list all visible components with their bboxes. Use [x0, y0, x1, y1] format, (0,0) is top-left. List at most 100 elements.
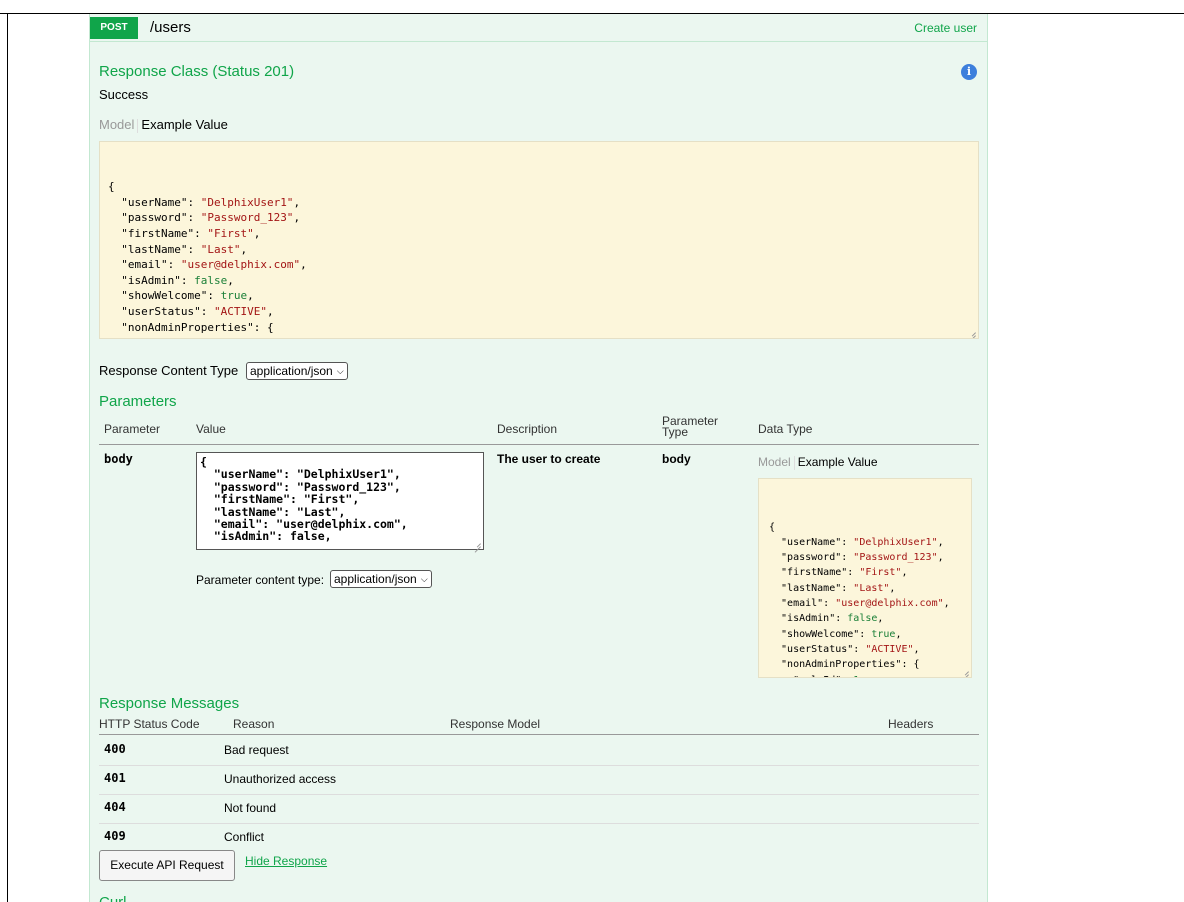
code-line: "roleId": 1,	[769, 673, 961, 677]
code-token: "isAdmin":	[769, 613, 848, 625]
parameters-header-divider	[99, 444, 979, 445]
response-class-tabs: Model Example Value	[96, 117, 231, 133]
param-description: The user to create	[497, 452, 601, 466]
tab-model[interactable]: Model	[96, 117, 137, 132]
code-token: {	[108, 180, 115, 194]
endpoint-path[interactable]: /users	[150, 19, 191, 36]
code-token: ,	[937, 536, 944, 548]
code-token: ,	[293, 211, 301, 225]
code-token: "Password_123"	[853, 552, 938, 564]
http-method-badge[interactable]: POST	[90, 17, 138, 39]
code-token: ,	[240, 242, 248, 256]
code-token: ,	[300, 258, 307, 272]
row-divider	[99, 794, 979, 795]
code-token: "showWelcome":	[108, 289, 221, 303]
code-line: "userName": "DelphixUser1",	[108, 195, 970, 211]
code-token: "Last"	[853, 582, 890, 594]
tab-example-value[interactable]: Example Value	[138, 117, 230, 132]
code-token: ,	[207, 336, 214, 338]
code-line: "isAdmin": false,	[769, 611, 961, 626]
col-header-value: Value	[196, 422, 226, 436]
status-code: 409	[104, 829, 126, 843]
execute-api-request-button[interactable]: Execute API Request	[99, 850, 235, 881]
code-token: "email":	[769, 598, 836, 610]
code-line: "isAdmin": false,	[108, 273, 970, 289]
code-token: "email":	[108, 258, 181, 272]
status-reason: Bad request	[224, 743, 289, 757]
code-token: "Last"	[200, 242, 241, 256]
code-token: ,	[901, 567, 908, 579]
code-token: "userName":	[108, 195, 201, 209]
page-left-border	[7, 13, 8, 902]
row-divider	[99, 823, 979, 824]
resize-grip-icon[interactable]	[961, 667, 969, 675]
code-line: "userStatus": "ACTIVE",	[108, 304, 970, 320]
operation-panel: POST /users Create user Response Class (…	[89, 14, 988, 902]
resize-grip-icon[interactable]	[968, 328, 976, 336]
code-token: ,	[293, 195, 301, 209]
code-line: "nonAdminProperties": {	[769, 657, 961, 672]
code-token: "lastName":	[108, 242, 201, 256]
curl-title: Curl	[99, 894, 127, 902]
col-header-parameter: Parameter	[104, 422, 161, 436]
code-line: "lastName": "Last",	[108, 242, 970, 258]
status-reason: Unauthorized access	[224, 772, 337, 786]
code-token: "firstName":	[108, 226, 208, 240]
body-textarea[interactable]: { "userName": "DelphixUser1", "password"…	[196, 452, 484, 550]
code-token: "password":	[108, 211, 201, 225]
code-token: "First"	[207, 226, 254, 240]
param-example-code[interactable]: { "userName": "DelphixUser1", "password"…	[758, 478, 972, 678]
code-token: "First"	[859, 567, 902, 579]
code-line: "email": "user@delphix.com",	[108, 257, 970, 273]
code-token: "roleId":	[108, 336, 201, 338]
code-token: ,	[859, 675, 865, 677]
response-messages-title: Response Messages	[99, 695, 240, 712]
row-divider	[99, 765, 979, 766]
response-content-type-label: Response Content Type	[99, 363, 239, 378]
code-token: "ACTIVE"	[213, 304, 267, 318]
code-line: "password": "Password_123",	[769, 550, 961, 565]
code-line: "firstName": "First",	[769, 565, 961, 580]
code-token: "user@delphix.com"	[835, 598, 944, 610]
response-content-type-value: application/json	[250, 364, 333, 378]
operation-header[interactable]: POST /users Create user	[90, 14, 987, 42]
messages-header-divider	[99, 734, 979, 735]
code-token: false	[194, 273, 228, 287]
code-line: "firstName": "First",	[108, 226, 970, 242]
tab-model[interactable]: Model	[755, 455, 794, 469]
code-line: {	[769, 520, 961, 535]
code-token: "firstName":	[769, 567, 860, 579]
code-token: "userStatus":	[769, 643, 866, 655]
col-header-data-type: Data Type	[758, 422, 813, 436]
code-token: true	[871, 628, 896, 640]
code-token: ,	[937, 552, 944, 564]
param-datatype-tabs: Model Example Value	[755, 455, 881, 470]
code-token: "user@delphix.com"	[180, 258, 301, 272]
code-token: "isAdmin":	[108, 273, 195, 287]
code-token: "DelphixUser1"	[200, 195, 294, 209]
code-token: ,	[877, 613, 884, 625]
col-header-status-code: HTTP Status Code	[99, 717, 200, 731]
response-content-type-select[interactable]: application/json ⌵	[246, 362, 348, 380]
code-token: false	[847, 613, 878, 625]
status-reason: Not found	[224, 801, 277, 815]
code-line: "lastName": "Last",	[769, 581, 961, 596]
textarea-resize-grip-icon[interactable]	[473, 539, 481, 547]
param-content-type-select[interactable]: application/json ⌵	[330, 570, 432, 588]
col-header-reason: Reason	[233, 717, 275, 731]
tab-example-value[interactable]: Example Value	[795, 455, 881, 469]
operation-summary[interactable]: Create user	[914, 21, 977, 35]
response-example-code[interactable]: { "userName": "DelphixUser1", "password"…	[99, 141, 979, 339]
code-line: "password": "Password_123",	[108, 210, 970, 226]
status-code: 404	[104, 800, 126, 814]
code-token: "roleId":	[769, 675, 853, 677]
code-token: ,	[895, 628, 902, 640]
col-header-response-model: Response Model	[450, 717, 541, 731]
info-icon[interactable]: i	[961, 64, 977, 80]
hide-response-link[interactable]: Hide Response	[245, 854, 327, 868]
col-header-headers: Headers	[888, 717, 934, 731]
code-token: true	[220, 289, 248, 303]
code-line: {	[108, 179, 970, 195]
response-status-text: Success	[99, 87, 149, 102]
col-header-description: Description	[497, 422, 558, 436]
